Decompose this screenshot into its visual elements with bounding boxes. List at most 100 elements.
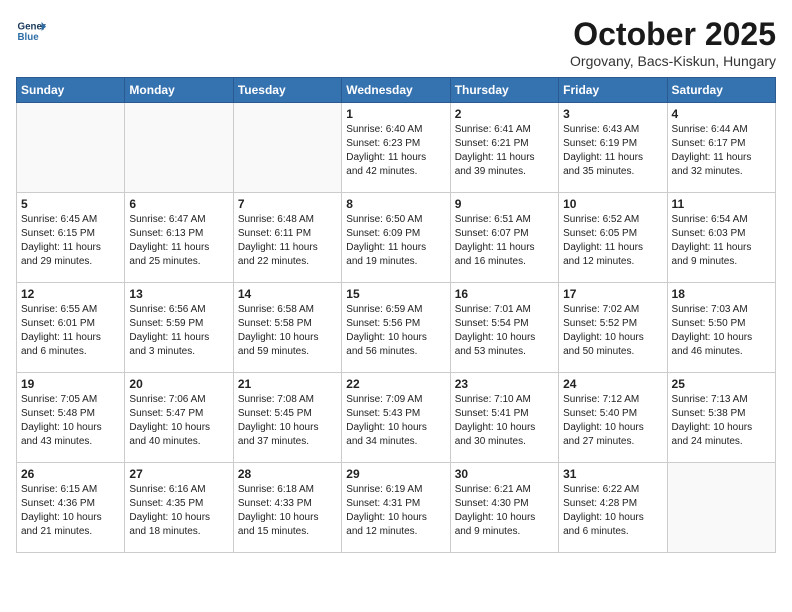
calendar-day-cell: 23 Sunrise: 7:10 AM Sunset: 5:41 PM Dayli… [450,373,558,463]
day-number: 6 [129,197,228,211]
day-info: Sunrise: 6:45 AM Sunset: 6:15 PM Dayligh… [21,213,120,269]
calendar-table: SundayMondayTuesdayWednesdayThursdayFrid… [16,77,776,553]
day-info: Sunrise: 6:15 AM Sunset: 4:36 PM Dayligh… [21,483,120,539]
calendar-day-cell: 30Sunrise: 6:21 AM Sunset: 4:30 PM Dayli… [450,463,558,553]
day-info: Sunrise: 7:02 AM Sunset: 5:52 PM Dayligh… [563,303,662,359]
calendar-day-cell [233,103,341,193]
day-number: 9 [455,197,554,211]
day-number: 18 [672,287,771,301]
calendar-day-cell [17,103,125,193]
day-info: Sunrise: 6:47 AM Sunset: 6:13 PM Dayligh… [129,213,228,269]
day-info: Sunrise: 6:16 AM Sunset: 4:35 PM Dayligh… [129,483,228,539]
title-block: October 2025 Orgovany, Bacs-Kiskun, Hung… [570,16,776,69]
day-number: 14 [238,287,337,301]
day-number: 8 [346,197,445,211]
day-number: 19 [21,377,120,391]
calendar-day-cell: 21 Sunrise: 7:08 AM Sunset: 5:45 PM Dayli… [233,373,341,463]
weekday-header-row: SundayMondayTuesdayWednesdayThursdayFrid… [17,78,776,103]
day-info: Sunrise: 6:50 AM Sunset: 6:09 PM Dayligh… [346,213,445,269]
calendar-day-cell: 26 Sunrise: 6:15 AM Sunset: 4:36 PM Dayli… [17,463,125,553]
day-info: Sunrise: 7:06 AM Sunset: 5:47 PM Dayligh… [129,393,228,449]
day-info: Sunrise: 7:05 AM Sunset: 5:48 PM Dayligh… [21,393,120,449]
calendar-day-cell: 2Sunrise: 6:41 AM Sunset: 6:21 PM Daylig… [450,103,558,193]
calendar-day-cell: 16 Sunrise: 7:01 AM Sunset: 5:54 PM Dayli… [450,283,558,373]
calendar-day-cell: 15 Sunrise: 6:59 AM Sunset: 5:56 PM Dayli… [342,283,450,373]
day-number: 1 [346,107,445,121]
calendar-week-row: 26 Sunrise: 6:15 AM Sunset: 4:36 PM Dayli… [17,463,776,553]
weekday-header-cell: Tuesday [233,78,341,103]
day-info: Sunrise: 6:21 AM Sunset: 4:30 PM Dayligh… [455,483,554,539]
logo: General Blue [16,16,46,46]
weekday-header-cell: Sunday [17,78,125,103]
day-info: Sunrise: 6:48 AM Sunset: 6:11 PM Dayligh… [238,213,337,269]
calendar-day-cell: 9 Sunrise: 6:51 AM Sunset: 6:07 PM Daylig… [450,193,558,283]
calendar-day-cell: 20 Sunrise: 7:06 AM Sunset: 5:47 PM Dayli… [125,373,233,463]
svg-text:Blue: Blue [18,32,40,43]
day-number: 10 [563,197,662,211]
day-info: Sunrise: 7:03 AM Sunset: 5:50 PM Dayligh… [672,303,771,359]
day-info: Sunrise: 6:54 AM Sunset: 6:03 PM Dayligh… [672,213,771,269]
calendar-day-cell: 3 Sunrise: 6:43 AM Sunset: 6:19 PM Daylig… [559,103,667,193]
month-title: October 2025 [570,16,776,53]
day-info: Sunrise: 7:13 AM Sunset: 5:38 PM Dayligh… [672,393,771,449]
calendar-body: 1 Sunrise: 6:40 AM Sunset: 6:23 PM Daylig… [17,103,776,553]
day-info: Sunrise: 6:58 AM Sunset: 5:58 PM Dayligh… [238,303,337,359]
day-number: 20 [129,377,228,391]
calendar-day-cell: 24Sunrise: 7:12 AM Sunset: 5:40 PM Dayli… [559,373,667,463]
calendar-day-cell: 5Sunrise: 6:45 AM Sunset: 6:15 PM Daylig… [17,193,125,283]
day-number: 28 [238,467,337,481]
day-info: Sunrise: 6:52 AM Sunset: 6:05 PM Dayligh… [563,213,662,269]
weekday-header-cell: Friday [559,78,667,103]
day-info: Sunrise: 6:59 AM Sunset: 5:56 PM Dayligh… [346,303,445,359]
day-info: Sunrise: 7:01 AM Sunset: 5:54 PM Dayligh… [455,303,554,359]
calendar-day-cell: 27 Sunrise: 6:16 AM Sunset: 4:35 PM Dayli… [125,463,233,553]
day-info: Sunrise: 7:09 AM Sunset: 5:43 PM Dayligh… [346,393,445,449]
day-number: 31 [563,467,662,481]
day-info: Sunrise: 6:19 AM Sunset: 4:31 PM Dayligh… [346,483,445,539]
calendar-day-cell [125,103,233,193]
day-info: Sunrise: 6:18 AM Sunset: 4:33 PM Dayligh… [238,483,337,539]
location: Orgovany, Bacs-Kiskun, Hungary [570,53,776,69]
calendar-week-row: 1 Sunrise: 6:40 AM Sunset: 6:23 PM Daylig… [17,103,776,193]
weekday-header-cell: Monday [125,78,233,103]
day-info: Sunrise: 7:12 AM Sunset: 5:40 PM Dayligh… [563,393,662,449]
page-header: General Blue October 2025 Orgovany, Bacs… [16,16,776,69]
calendar-week-row: 5Sunrise: 6:45 AM Sunset: 6:15 PM Daylig… [17,193,776,283]
day-info: Sunrise: 6:22 AM Sunset: 4:28 PM Dayligh… [563,483,662,539]
day-info: Sunrise: 7:08 AM Sunset: 5:45 PM Dayligh… [238,393,337,449]
day-number: 16 [455,287,554,301]
calendar-day-cell: 29 Sunrise: 6:19 AM Sunset: 4:31 PM Dayli… [342,463,450,553]
day-number: 3 [563,107,662,121]
calendar-day-cell: 6 Sunrise: 6:47 AM Sunset: 6:13 PM Daylig… [125,193,233,283]
calendar-day-cell: 28 Sunrise: 6:18 AM Sunset: 4:33 PM Dayli… [233,463,341,553]
calendar-day-cell [667,463,775,553]
day-info: Sunrise: 7:10 AM Sunset: 5:41 PM Dayligh… [455,393,554,449]
day-info: Sunrise: 6:51 AM Sunset: 6:07 PM Dayligh… [455,213,554,269]
day-number: 15 [346,287,445,301]
day-number: 26 [21,467,120,481]
day-info: Sunrise: 6:43 AM Sunset: 6:19 PM Dayligh… [563,123,662,179]
calendar-day-cell: 18 Sunrise: 7:03 AM Sunset: 5:50 PM Dayli… [667,283,775,373]
calendar-day-cell: 25Sunrise: 7:13 AM Sunset: 5:38 PM Dayli… [667,373,775,463]
day-number: 27 [129,467,228,481]
day-number: 12 [21,287,120,301]
calendar-week-row: 12Sunrise: 6:55 AM Sunset: 6:01 PM Dayli… [17,283,776,373]
day-number: 4 [672,107,771,121]
day-number: 22 [346,377,445,391]
calendar-day-cell: 31 Sunrise: 6:22 AM Sunset: 4:28 PM Dayli… [559,463,667,553]
day-number: 17 [563,287,662,301]
day-info: Sunrise: 6:40 AM Sunset: 6:23 PM Dayligh… [346,123,445,179]
day-number: 23 [455,377,554,391]
weekday-header-cell: Wednesday [342,78,450,103]
day-info: Sunrise: 6:44 AM Sunset: 6:17 PM Dayligh… [672,123,771,179]
calendar-day-cell: 11Sunrise: 6:54 AM Sunset: 6:03 PM Dayli… [667,193,775,283]
calendar-day-cell: 10 Sunrise: 6:52 AM Sunset: 6:05 PM Dayli… [559,193,667,283]
logo-icon: General Blue [16,16,46,46]
day-number: 29 [346,467,445,481]
day-info: Sunrise: 6:41 AM Sunset: 6:21 PM Dayligh… [455,123,554,179]
calendar-day-cell: 4 Sunrise: 6:44 AM Sunset: 6:17 PM Daylig… [667,103,775,193]
day-number: 21 [238,377,337,391]
weekday-header-cell: Thursday [450,78,558,103]
calendar-day-cell: 22 Sunrise: 7:09 AM Sunset: 5:43 PM Dayli… [342,373,450,463]
calendar-day-cell: 1 Sunrise: 6:40 AM Sunset: 6:23 PM Daylig… [342,103,450,193]
